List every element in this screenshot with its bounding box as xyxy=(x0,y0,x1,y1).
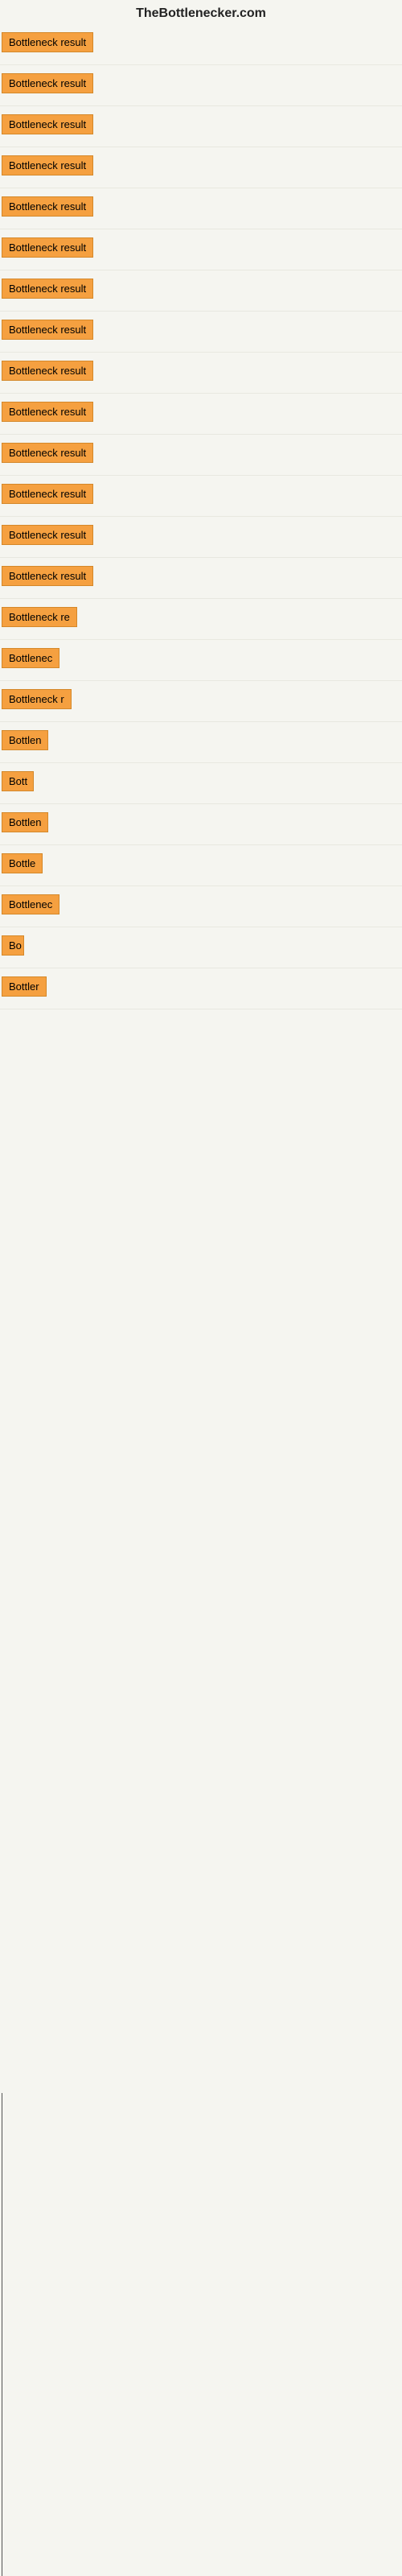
bottleneck-result-badge[interactable]: Bottlen xyxy=(2,812,48,832)
list-item: Bottleneck result xyxy=(0,558,402,599)
list-item: Bottleneck result xyxy=(0,517,402,558)
list-item: Bottleneck result xyxy=(0,435,402,476)
site-title: TheBottlenecker.com xyxy=(0,0,402,24)
list-item: Bottleneck re xyxy=(0,599,402,640)
list-item: Bottleneck result xyxy=(0,312,402,353)
list-item: Bottler xyxy=(0,968,402,1009)
bottleneck-result-badge[interactable]: Bottleneck result xyxy=(2,320,93,340)
bottleneck-result-badge[interactable]: Bottleneck result xyxy=(2,361,93,381)
list-item: Bottleneck result xyxy=(0,65,402,106)
bottleneck-result-badge[interactable]: Bottle xyxy=(2,853,43,873)
list-item: Bottleneck result xyxy=(0,270,402,312)
bottleneck-result-badge[interactable]: Bottleneck result xyxy=(2,279,93,299)
bottleneck-result-badge[interactable]: Bottleneck result xyxy=(2,402,93,422)
list-item: Bott xyxy=(0,763,402,804)
bottleneck-result-badge[interactable]: Bottleneck result xyxy=(2,443,93,463)
bottleneck-result-badge[interactable]: Bottleneck result xyxy=(2,566,93,586)
bottleneck-result-badge[interactable]: Bottlen xyxy=(2,730,48,750)
bottleneck-result-badge[interactable]: Bottleneck result xyxy=(2,237,93,258)
bottleneck-result-badge[interactable]: Bottleneck re xyxy=(2,607,77,627)
bottleneck-result-badge[interactable]: Bott xyxy=(2,771,34,791)
bottleneck-result-badge[interactable]: Bo xyxy=(2,935,24,956)
list-item: Bottlenec xyxy=(0,886,402,927)
bottleneck-result-badge[interactable]: Bottleneck result xyxy=(2,525,93,545)
list-item: Bottleneck result xyxy=(0,476,402,517)
bottleneck-result-badge[interactable]: Bottleneck result xyxy=(2,155,93,175)
list-item: Bottleneck result xyxy=(0,147,402,188)
list-item: Bottleneck result xyxy=(0,188,402,229)
bottleneck-result-badge[interactable]: Bottleneck result xyxy=(2,73,93,93)
list-item: Bottle xyxy=(0,845,402,886)
list-item: Bottleneck result xyxy=(0,394,402,435)
bottleneck-result-badge[interactable]: Bottlenec xyxy=(2,648,59,668)
bottleneck-result-badge[interactable]: Bottler xyxy=(2,976,47,997)
list-item: Bottleneck result xyxy=(0,106,402,147)
bottleneck-result-badge[interactable]: Bottlenec xyxy=(2,894,59,914)
bottleneck-result-badge[interactable]: Bottleneck result xyxy=(2,196,93,217)
bottleneck-result-badge[interactable]: Bottleneck result xyxy=(2,114,93,134)
list-item: Bottlen xyxy=(0,804,402,845)
list-item: Bottleneck result xyxy=(0,353,402,394)
list-item: Bottlenec xyxy=(0,640,402,681)
bottleneck-result-badge[interactable]: Bottleneck result xyxy=(2,32,93,52)
bottleneck-result-badge[interactable]: Bottleneck r xyxy=(2,689,72,709)
bottleneck-result-badge[interactable]: Bottleneck result xyxy=(2,484,93,504)
list-item: Bottleneck result xyxy=(0,24,402,65)
list-item: Bottlen xyxy=(0,722,402,763)
list-item: Bottleneck result xyxy=(0,229,402,270)
list-item: Bo xyxy=(0,927,402,968)
list-item: Bottleneck r xyxy=(0,681,402,722)
